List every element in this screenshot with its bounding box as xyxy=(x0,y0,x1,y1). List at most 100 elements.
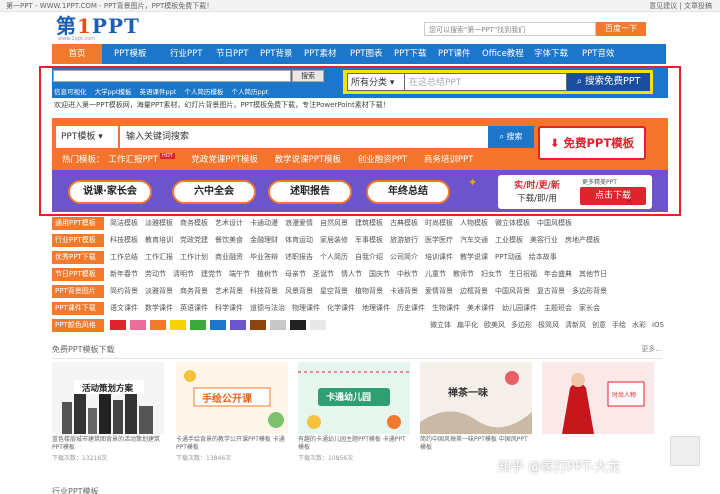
category-link[interactable]: 英语课件 xyxy=(180,304,208,312)
category-link[interactable]: 简洁模板 xyxy=(110,219,138,227)
category-link[interactable]: 美容行业 xyxy=(530,236,558,244)
category-link[interactable]: 美术课件 xyxy=(467,304,495,312)
category-link[interactable]: 工作总结 xyxy=(110,253,138,261)
category-link[interactable]: 旅游旅行 xyxy=(390,236,418,244)
category-link[interactable]: 中国风背景 xyxy=(495,287,530,295)
category-link[interactable]: 培训课件 xyxy=(425,253,453,261)
category-link[interactable]: 体育运动 xyxy=(285,236,313,244)
category-link[interactable]: 数学课件 xyxy=(145,304,173,312)
category-link[interactable]: 建筑模板 xyxy=(355,219,383,227)
category-link[interactable]: 妇女节 xyxy=(481,270,502,278)
category-link[interactable]: 风景背景 xyxy=(285,287,313,295)
category-link[interactable]: 幼儿园课件 xyxy=(502,304,537,312)
category-link[interactable]: 浪漫爱情 xyxy=(285,219,313,227)
card-thumbnail[interactable]: 活动策划方案 xyxy=(52,362,164,434)
category-link[interactable]: 生物课件 xyxy=(432,304,460,312)
category-link[interactable]: 母亲节 xyxy=(285,270,306,278)
category-link[interactable]: 劳动节 xyxy=(145,270,166,278)
color-swatch[interactable] xyxy=(150,320,166,330)
category-link[interactable]: 物理课件 xyxy=(292,304,320,312)
color-swatch[interactable] xyxy=(190,320,206,330)
category-link[interactable]: 淡雅背景 xyxy=(145,287,173,295)
color-swatch[interactable] xyxy=(230,320,246,330)
category-link[interactable]: 生日祝福 xyxy=(509,270,537,278)
category-link[interactable]: 时尚模板 xyxy=(425,219,453,227)
template-card[interactable]: 卡通幼儿园 有趣的卡通幼儿园主题PPT模板 卡通PPT模板 下载次数：10856… xyxy=(298,362,410,474)
nav-item[interactable]: 节日PPT xyxy=(216,44,248,64)
category-link[interactable]: 国庆节 xyxy=(369,270,390,278)
nav-item[interactable]: PPT图表 xyxy=(350,44,382,64)
top-links[interactable]: 意见建议 | 文章投稿 xyxy=(649,1,712,11)
category-link[interactable]: 房地产模板 xyxy=(565,236,600,244)
category-link[interactable]: 科技模板 xyxy=(110,236,138,244)
category-link[interactable]: 卡通背景 xyxy=(390,287,418,295)
template-card[interactable]: 活动策划方案 蓝色楼层城市建筑图背景的活动策划建筑PPT模板 下载次数：1321… xyxy=(52,362,164,474)
category-link[interactable]: 金融理财 xyxy=(250,236,278,244)
category-link[interactable]: 家居装修 xyxy=(320,236,348,244)
nav-item[interactable]: PPT模板 xyxy=(114,44,146,64)
category-link[interactable]: 家长会 xyxy=(579,304,600,312)
style-link[interactable]: iOS xyxy=(652,321,664,329)
category-link[interactable]: 植物背景 xyxy=(355,287,383,295)
category-link[interactable]: 圣诞节 xyxy=(313,270,334,278)
category-link[interactable]: 儿童节 xyxy=(425,270,446,278)
color-swatch[interactable] xyxy=(210,320,226,330)
category-label[interactable]: PPT颜色风格 xyxy=(52,319,104,332)
category-link[interactable]: 中秋节 xyxy=(397,270,418,278)
card-caption[interactable]: 有趣的卡通幼儿园主题PPT模板 卡通PPT模板 xyxy=(298,436,410,452)
color-swatch[interactable] xyxy=(110,320,126,330)
category-link[interactable]: 其他节日 xyxy=(579,270,607,278)
site-logo[interactable]: 第1PPT www.1ppt.com xyxy=(56,16,176,42)
category-link[interactable]: 述职报告 xyxy=(285,253,313,261)
style-link[interactable]: 扁平化 xyxy=(457,321,478,329)
category-link[interactable]: 爱情背景 xyxy=(425,287,453,295)
nav-home[interactable]: 首页 xyxy=(52,44,102,64)
nav-item[interactable]: PPT下载 xyxy=(394,44,426,64)
category-link[interactable]: 星空背景 xyxy=(320,287,348,295)
category-link[interactable]: 化学课件 xyxy=(327,304,355,312)
template-card[interactable]: 手绘公开课 卡通手绘背景的教学公开课PPT模板 卡通PPT模板 下载次数：138… xyxy=(176,362,288,474)
category-label[interactable]: PPT背景图片 xyxy=(52,285,104,298)
card-thumbnail[interactable]: 卡通幼儿园 xyxy=(298,362,410,434)
category-label[interactable]: 优秀PPT下载 xyxy=(52,251,104,264)
category-link[interactable]: 中国风模板 xyxy=(537,219,572,227)
category-link[interactable]: 主题班会 xyxy=(544,304,572,312)
category-link[interactable]: 绘本故事 xyxy=(529,253,557,261)
category-link[interactable]: 商务模板 xyxy=(180,219,208,227)
category-link[interactable]: 古典模板 xyxy=(390,219,418,227)
category-link[interactable]: 边框背景 xyxy=(460,287,488,295)
nav-item[interactable]: PPT背景 xyxy=(260,44,292,64)
category-link[interactable]: 植树节 xyxy=(257,270,278,278)
style-link[interactable]: 多边形 xyxy=(511,321,532,329)
category-link[interactable]: 毕业答辩 xyxy=(250,253,278,261)
style-link[interactable]: 微立体 xyxy=(430,321,451,329)
category-link[interactable]: 商务背景 xyxy=(180,287,208,295)
nav-item[interactable]: PPT音效 xyxy=(582,44,614,64)
card-caption[interactable]: 蓝色楼层城市建筑图背景的活动策划建筑PPT模板 xyxy=(52,436,164,452)
category-link[interactable]: 简约背景 xyxy=(110,287,138,295)
style-link[interactable]: 手绘 xyxy=(612,321,626,329)
category-link[interactable]: 党政党建 xyxy=(180,236,208,244)
top-search-input[interactable]: 您可以搜索"第一PPT"找到我们 xyxy=(424,22,596,36)
card-thumbnail[interactable]: 禅茶一味 xyxy=(420,362,532,434)
category-link[interactable]: 语文课件 xyxy=(110,304,138,312)
category-link[interactable]: 人物模板 xyxy=(460,219,488,227)
style-link[interactable]: 创意 xyxy=(592,321,606,329)
category-link[interactable]: 建党节 xyxy=(201,270,222,278)
more-link[interactable]: 更多... xyxy=(641,344,662,354)
category-link[interactable]: 个人简历 xyxy=(320,253,348,261)
color-swatch[interactable] xyxy=(170,320,186,330)
category-link[interactable]: 艺术背景 xyxy=(215,287,243,295)
color-swatch[interactable] xyxy=(270,320,286,330)
category-link[interactable]: 地理课件 xyxy=(362,304,390,312)
card-caption[interactable]: 卡通手绘背景的教学公开课PPT模板 卡通PPT模板 xyxy=(176,436,288,452)
category-link[interactable]: 教师节 xyxy=(453,270,474,278)
nav-item[interactable]: PPT素材 xyxy=(304,44,336,64)
category-link[interactable]: 工业模板 xyxy=(495,236,523,244)
scroll-top-button[interactable] xyxy=(670,436,700,466)
color-swatch[interactable] xyxy=(250,320,266,330)
category-label[interactable]: PPT课件下载 xyxy=(52,302,104,315)
category-link[interactable]: 复古背景 xyxy=(537,287,565,295)
category-link[interactable]: 科技背景 xyxy=(250,287,278,295)
card-thumbnail[interactable]: 手绘公开课 xyxy=(176,362,288,434)
